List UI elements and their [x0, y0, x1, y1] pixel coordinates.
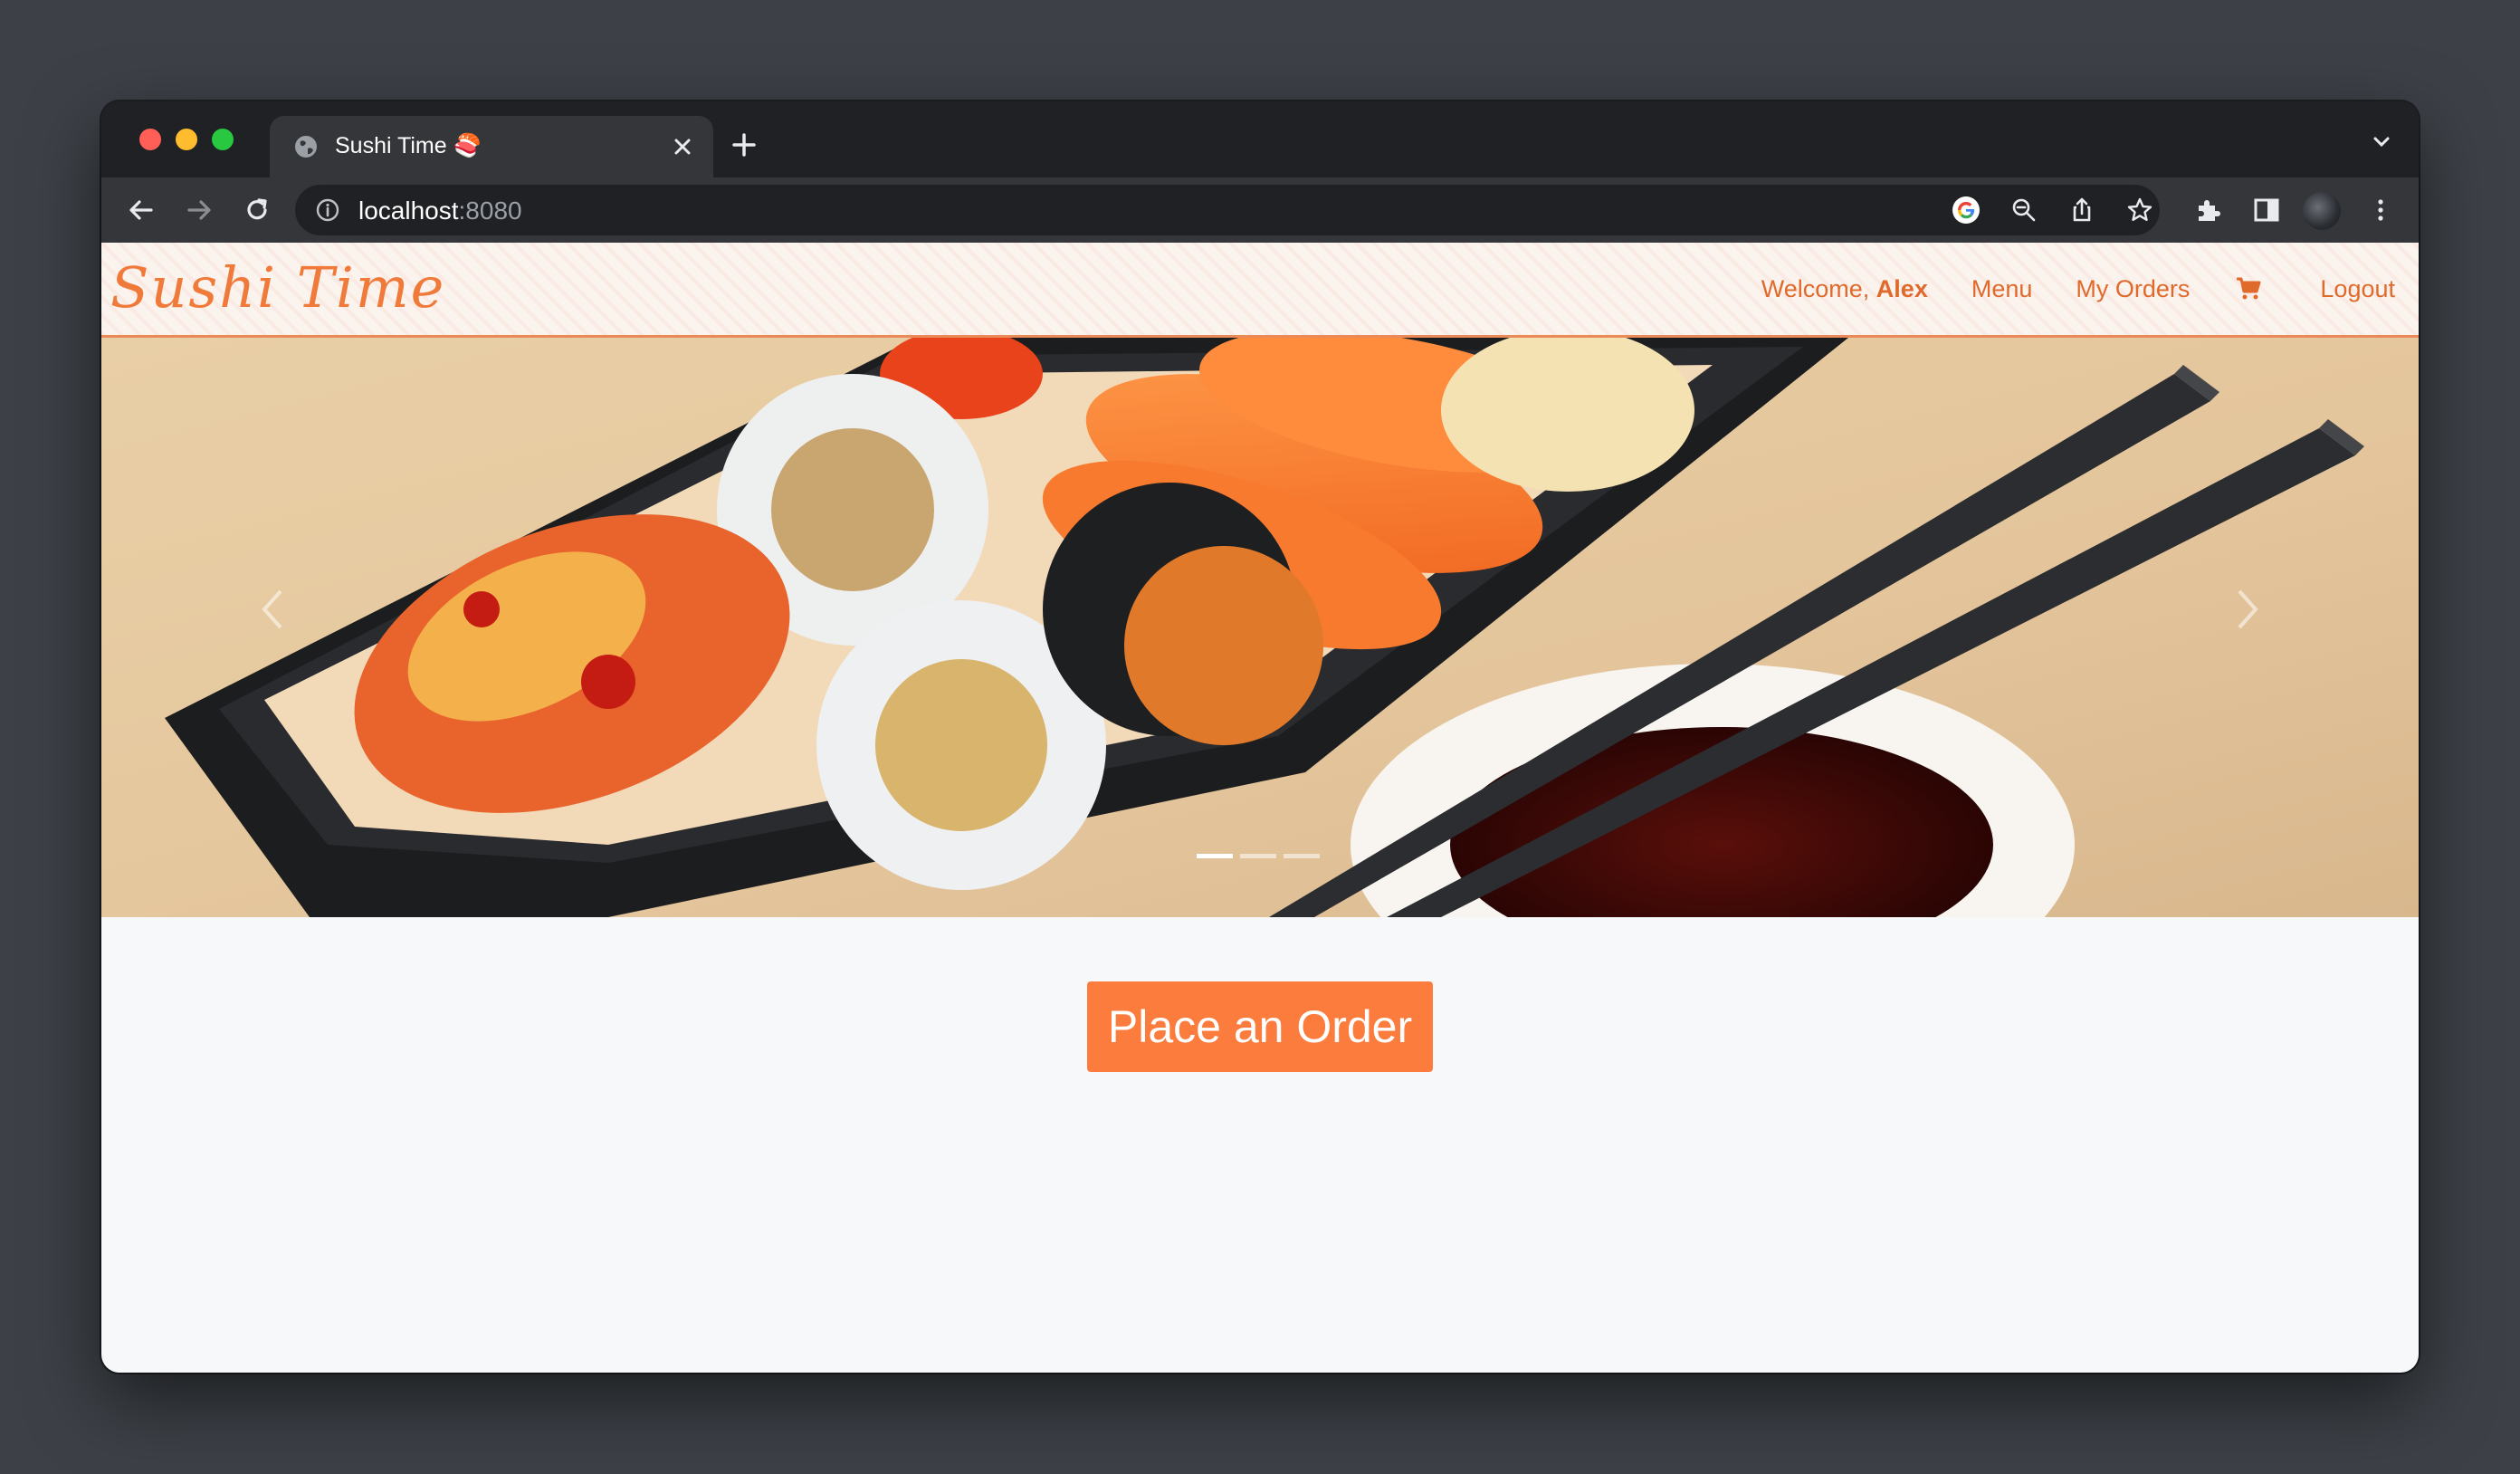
welcome-text: Welcome, Alex: [1761, 275, 1928, 303]
browser-window: Sushi Time 🍣 localhost:8080 Sushi Time W…: [101, 101, 2419, 1373]
zoom-out-icon[interactable]: [2009, 196, 2038, 225]
reload-icon[interactable]: [239, 192, 275, 228]
carousel-indicator[interactable]: [1284, 854, 1320, 858]
maximize-window-button[interactable]: [212, 129, 234, 150]
chevron-down-icon[interactable]: [2368, 129, 2395, 156]
carousel-indicator[interactable]: [1197, 854, 1233, 858]
nav-menu-link[interactable]: Menu: [1971, 275, 2033, 303]
carousel-indicators: [1197, 854, 1320, 858]
star-icon[interactable]: [2125, 196, 2154, 225]
hero-carousel: [101, 338, 2419, 917]
sidepanel-icon[interactable]: [2248, 192, 2285, 228]
site-navbar: Sushi Time Welcome, Alex Menu My Orders …: [101, 243, 2419, 338]
back-arrow-icon[interactable]: [123, 192, 159, 228]
welcome-prefix: Welcome,: [1761, 274, 1876, 302]
chevron-left-icon[interactable]: [255, 582, 291, 636]
google-icon[interactable]: [1952, 196, 1981, 225]
sushi-photo: [101, 338, 2419, 917]
carousel-indicator[interactable]: [1240, 854, 1276, 858]
nav-links: Welcome, Alex Menu My Orders Logout: [1718, 243, 2395, 335]
close-icon[interactable]: [668, 132, 697, 161]
globe-icon: [293, 134, 319, 164]
minimize-window-button[interactable]: [176, 129, 197, 150]
extensions-icon[interactable]: [2191, 192, 2227, 228]
share-icon[interactable]: [2067, 196, 2096, 225]
chevron-right-icon[interactable]: [2229, 582, 2265, 636]
browser-tab[interactable]: Sushi Time 🍣: [270, 116, 713, 177]
nav-my-orders-link[interactable]: My Orders: [2076, 275, 2190, 303]
plus-icon[interactable]: [726, 127, 762, 163]
url-port: :8080: [458, 196, 522, 225]
url-host: localhost: [358, 196, 459, 225]
close-window-button[interactable]: [139, 129, 161, 150]
kebab-menu-icon[interactable]: [2362, 192, 2399, 228]
web-page: Sushi Time Welcome, Alex Menu My Orders …: [101, 243, 2419, 1373]
user-name: Alex: [1876, 274, 1928, 302]
info-icon[interactable]: [315, 197, 340, 227]
tab-title: Sushi Time 🍣: [335, 133, 482, 158]
site-logo[interactable]: Sushi Time: [110, 252, 445, 324]
cart-icon[interactable]: [2235, 275, 2262, 302]
nav-logout-link[interactable]: Logout: [2320, 275, 2395, 303]
tab-strip: Sushi Time 🍣: [101, 101, 2419, 177]
url-text: localhost:8080: [358, 196, 522, 225]
place-order-button[interactable]: Place an Order: [1087, 981, 1433, 1072]
browser-toolbar: localhost:8080: [101, 177, 2419, 243]
address-bar[interactable]: localhost:8080: [295, 185, 2160, 235]
avatar[interactable]: [2303, 192, 2341, 230]
forward-arrow-icon[interactable]: [181, 192, 217, 228]
